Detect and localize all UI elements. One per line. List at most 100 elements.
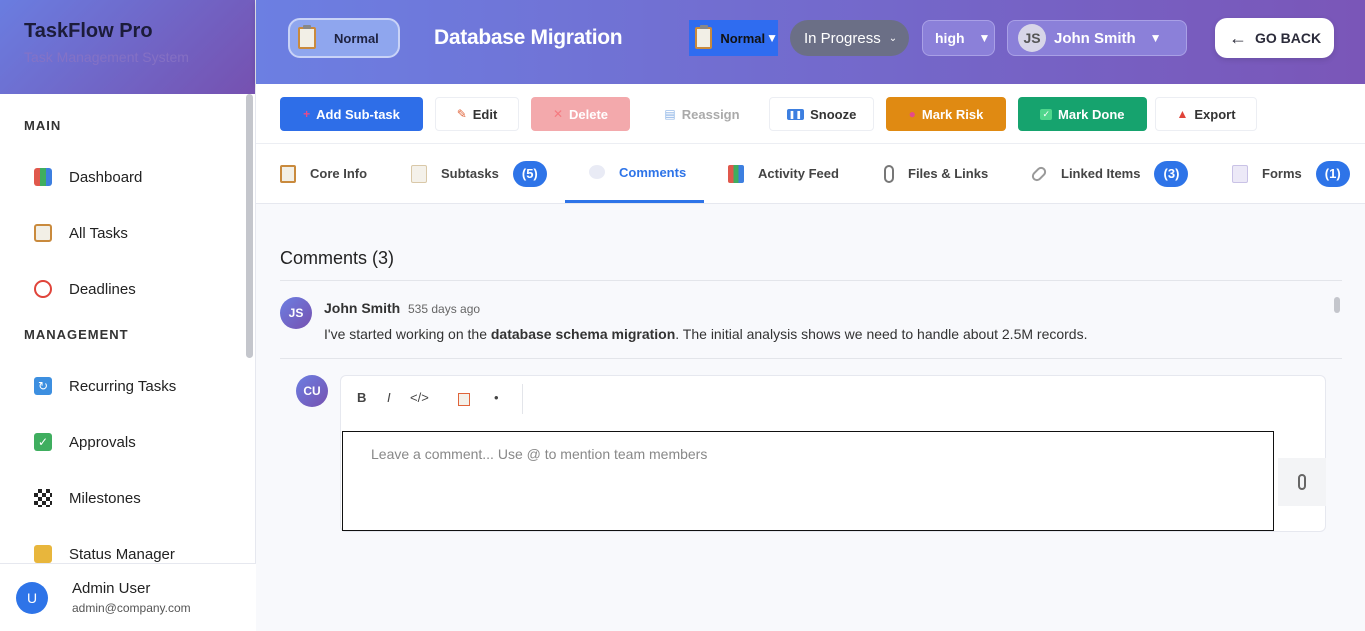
divider [280, 280, 1342, 281]
task-tabs: Core Info Subtasks (5) Comments Activity… [256, 144, 1365, 204]
repeat-icon: ↻ [34, 377, 52, 395]
priority-select[interactable]: high ▼ [922, 20, 995, 56]
alarm-clock-icon [34, 280, 52, 298]
comment-text-part: I've started working on the [324, 326, 491, 342]
divider [522, 384, 523, 414]
assignee-name: John Smith [1054, 29, 1136, 47]
mark-risk-button[interactable]: ● Mark Risk [886, 97, 1006, 131]
paperclip-icon [1298, 474, 1306, 490]
tab-activity-feed[interactable]: Activity Feed [728, 144, 839, 203]
comment-timestamp: 535 days ago [408, 302, 481, 316]
edit-label: Edit [472, 106, 498, 122]
add-subtask-label: Add Sub-task [316, 106, 400, 122]
status-select[interactable]: In Progress ⌄ [790, 20, 909, 56]
export-icon: ▲ [1176, 107, 1189, 121]
sidebar: TaskFlow Pro Task Management System MAIN… [0, 0, 256, 631]
code-button[interactable]: </> [410, 390, 429, 405]
comment-input[interactable]: Leave a comment... Use @ to mention team… [342, 431, 1274, 531]
tab-label: Linked Items [1061, 166, 1141, 181]
sidebar-item-all-tasks[interactable]: All Tasks [0, 205, 256, 261]
status-select-value: In Progress [804, 29, 881, 47]
check-box-icon: ✓ [34, 433, 52, 451]
sidebar-user[interactable]: U Admin User admin@company.com [0, 563, 256, 631]
go-back-label: GO BACK [1255, 30, 1322, 46]
speech-bubble-icon [589, 165, 605, 179]
sidebar-item-label: Status Manager [69, 545, 175, 563]
section-management: MANAGEMENT [24, 327, 129, 342]
user-name: Admin User [72, 580, 151, 597]
page-title: Database Migration [434, 26, 623, 49]
reassign-icon: ▤ [664, 107, 676, 121]
attach-button[interactable] [1278, 458, 1326, 506]
avatar: CU [296, 375, 328, 407]
comments-heading: Comments (3) [280, 248, 395, 268]
tab-subtasks[interactable]: Subtasks (5) [411, 144, 547, 203]
plus-icon: + [303, 107, 311, 121]
app-title: TaskFlow Pro [24, 20, 153, 42]
italic-button[interactable]: I [387, 390, 391, 405]
task-type-select[interactable]: Normal ▼ [689, 20, 778, 56]
tab-files-links[interactable]: Files & Links [884, 144, 988, 203]
task-type-label: Normal [334, 30, 379, 46]
close-icon: ✕ [552, 107, 564, 121]
sidebar-item-recurring-tasks[interactable]: ↻ Recurring Tasks [0, 358, 256, 414]
sidebar-item-label: Milestones [69, 489, 141, 507]
dropdown-arrow-icon: ▼ [978, 31, 991, 45]
snooze-label: Snooze [810, 106, 857, 122]
linked-items-count-badge: (3) [1154, 160, 1189, 187]
comment-text: I've started working on the database sch… [324, 326, 1087, 342]
tab-label: Subtasks [441, 166, 499, 181]
task-header: Normal Database Migration Normal ▼ In Pr… [256, 0, 1365, 84]
sidebar-item-milestones[interactable]: Milestones [0, 470, 256, 526]
arrow-left-icon: ← [1229, 27, 1247, 48]
dropdown-arrow-icon: ▼ [766, 31, 778, 45]
sidebar-item-status-manager[interactable]: Status Manager [0, 526, 256, 564]
export-button[interactable]: ▲ Export [1155, 97, 1257, 131]
avatar: U [16, 581, 48, 614]
memo-icon[interactable] [458, 393, 470, 406]
mark-done-button[interactable]: ✓ Mark Done [1018, 97, 1147, 131]
assignee-select[interactable]: JS John Smith ▼ [1007, 20, 1187, 56]
comment-editor: B I </> • Leave a comment... Use @ to me… [340, 375, 1326, 532]
sidebar-item-dashboard[interactable]: Dashboard [0, 149, 256, 205]
bar-chart-icon [728, 164, 744, 183]
mark-done-label: Mark Done [1058, 106, 1125, 122]
tab-core-info[interactable]: Core Info [280, 144, 367, 203]
tab-linked-items[interactable]: Linked Items (3) [1029, 144, 1189, 203]
sidebar-scrollbar[interactable] [246, 94, 253, 358]
action-toolbar: + Add Sub-task ✎ Edit ✕ Delete ▤ Reassig… [256, 84, 1365, 144]
tab-forms[interactable]: Forms (1) [1232, 144, 1350, 203]
tab-comments[interactable]: Comments [565, 144, 704, 203]
comments-scrollbar[interactable] [1334, 297, 1340, 313]
risk-dot-icon: ● [908, 107, 916, 121]
dropdown-arrow-icon: ▼ [1149, 31, 1162, 45]
pencil-icon: ✎ [456, 107, 467, 121]
export-label: Export [1194, 106, 1236, 122]
task-type-pill[interactable]: Normal [288, 18, 400, 58]
clipboard-icon [34, 224, 52, 242]
delete-button[interactable]: ✕ Delete [531, 97, 630, 131]
sidebar-item-deadlines[interactable]: Deadlines [0, 261, 256, 317]
bar-chart-icon [34, 168, 52, 186]
check-box-icon: ✓ [1040, 108, 1053, 120]
snooze-button[interactable]: ❚❚ Snooze [769, 97, 874, 131]
add-subtask-button[interactable]: + Add Sub-task [280, 97, 423, 131]
sidebar-item-approvals[interactable]: ✓ Approvals [0, 414, 256, 470]
reassign-button[interactable]: ▤ Reassign [643, 97, 761, 131]
checkered-flag-icon [34, 489, 52, 507]
bullet-button[interactable]: • [494, 390, 499, 405]
user-email: admin@company.com [72, 601, 191, 615]
reassign-label: Reassign [681, 106, 740, 122]
clipboard-icon [280, 164, 296, 183]
avatar: JS [1018, 24, 1046, 52]
bold-button[interactable]: B [357, 390, 366, 405]
go-back-button[interactable]: ← GO BACK [1215, 18, 1334, 58]
editor-toolbar: B I </> • [341, 376, 1325, 424]
sidebar-item-label: Approvals [69, 433, 136, 451]
paperclip-icon [884, 164, 894, 183]
app-subtitle: Task Management System [24, 49, 189, 65]
edit-button[interactable]: ✎ Edit [435, 97, 519, 131]
subtasks-count-badge: (5) [512, 160, 547, 187]
sidebar-item-label: Deadlines [69, 280, 136, 298]
sidebar-header: TaskFlow Pro Task Management System [0, 0, 255, 94]
